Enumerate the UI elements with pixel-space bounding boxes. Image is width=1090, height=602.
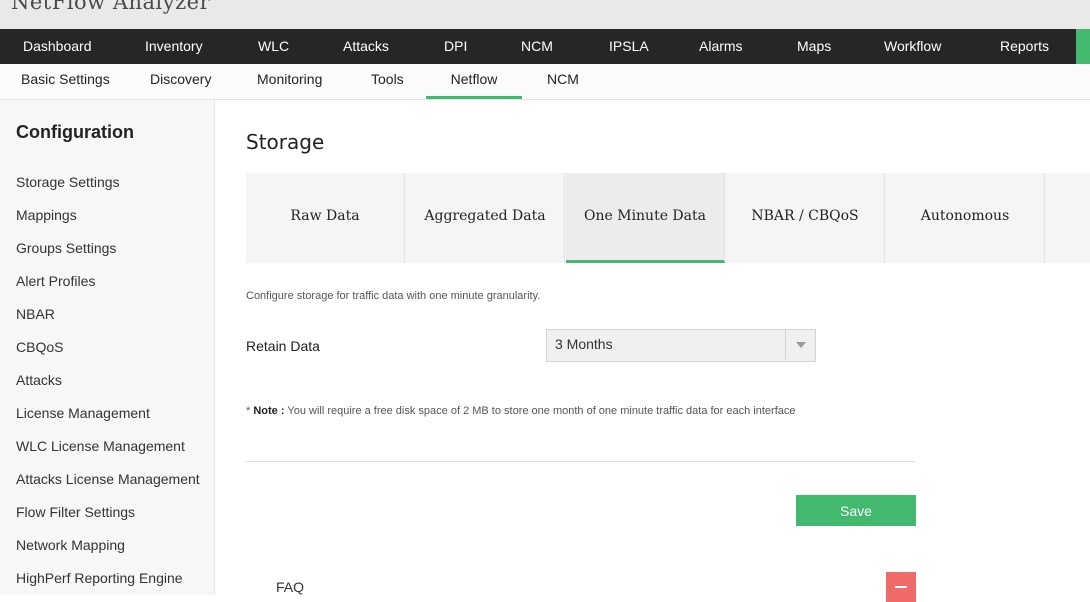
note-label: Note : <box>253 405 285 417</box>
nav-alarms[interactable]: Alarms <box>699 29 743 64</box>
faq-label: FAQ <box>276 579 305 595</box>
sidebar: Configuration Storage Settings Mappings … <box>0 100 215 595</box>
subnav-monitoring[interactable]: Monitoring <box>257 64 322 99</box>
nav-dashboard[interactable]: Dashboard <box>23 29 92 64</box>
nav-ipsla[interactable]: IPSLA <box>609 29 649 64</box>
sidebar-item-wlc-license[interactable]: WLC License Management <box>16 438 185 454</box>
app-title: NetFlow Analyzer <box>11 0 211 14</box>
dropdown-toggle[interactable] <box>785 330 815 359</box>
sidebar-item-mappings[interactable]: Mappings <box>16 207 77 223</box>
tab-one-minute-data[interactable]: One Minute Data <box>566 173 725 263</box>
sidebar-item-highperf-engine[interactable]: HighPerf Reporting Engine <box>16 570 183 586</box>
nav-inventory[interactable]: Inventory <box>145 29 203 64</box>
nav-dpi[interactable]: DPI <box>444 29 467 64</box>
nav-attacks[interactable]: Attacks <box>343 29 389 64</box>
sidebar-item-nbar[interactable]: NBAR <box>16 306 55 322</box>
retain-data-value: 3 Months <box>555 336 613 352</box>
main-content: Storage Raw Data Aggregated Data One Min… <box>215 100 1090 602</box>
minus-icon <box>895 586 907 588</box>
subnav-netflow[interactable]: Netflow <box>426 64 522 99</box>
nav-workflow[interactable]: Workflow <box>884 29 941 64</box>
faq-collapse-button[interactable] <box>886 572 916 602</box>
divider <box>246 461 915 462</box>
nav-ncm[interactable]: NCM <box>521 29 553 64</box>
sidebar-item-storage-settings[interactable]: Storage Settings <box>16 174 120 190</box>
tab-aggregated-data[interactable]: Aggregated Data <box>406 173 565 263</box>
retain-data-select[interactable]: 3 Months <box>546 329 816 362</box>
nav-reports[interactable]: Reports <box>1000 29 1049 64</box>
main-nav: Dashboard Inventory WLC Attacks DPI NCM … <box>0 29 1090 64</box>
sidebar-heading: Configuration <box>16 122 134 142</box>
page-title: Storage <box>246 130 325 154</box>
sidebar-item-attacks-license[interactable]: Attacks License Management <box>16 471 200 487</box>
note-text: You will require a free disk space of 2 … <box>287 405 796 417</box>
storage-description: Configure storage for traffic data with … <box>246 290 541 302</box>
retain-data-label: Retain Data <box>246 338 320 354</box>
app-header: NetFlow Analyzer <box>0 0 1090 29</box>
tab-nbar-cbqos[interactable]: NBAR / CBQoS <box>726 173 885 263</box>
chevron-down-icon <box>796 342 806 348</box>
subnav-ncm[interactable]: NCM <box>547 64 579 99</box>
tab-autonomous[interactable]: Autonomous <box>886 173 1045 263</box>
subnav-discovery[interactable]: Discovery <box>150 64 211 99</box>
sub-nav: Basic Settings Discovery Monitoring Tool… <box>0 64 1090 100</box>
nav-maps[interactable]: Maps <box>797 29 831 64</box>
storage-tabs: Raw Data Aggregated Data One Minute Data… <box>246 173 1090 263</box>
nav-accent-edge <box>1076 29 1090 64</box>
save-button[interactable]: Save <box>796 495 916 526</box>
sidebar-item-attacks[interactable]: Attacks <box>16 372 62 388</box>
subnav-tools[interactable]: Tools <box>371 64 404 99</box>
nav-wlc[interactable]: WLC <box>258 29 289 64</box>
note-marker: * <box>246 405 251 417</box>
sidebar-item-network-mapping[interactable]: Network Mapping <box>16 537 125 553</box>
sidebar-item-groups-settings[interactable]: Groups Settings <box>16 240 116 256</box>
sidebar-item-alert-profiles[interactable]: Alert Profiles <box>16 273 95 289</box>
subnav-basic-settings[interactable]: Basic Settings <box>21 64 110 99</box>
sidebar-item-flow-filter[interactable]: Flow Filter Settings <box>16 504 135 520</box>
storage-note: * Note : You will require a free disk sp… <box>246 405 796 417</box>
tab-raw-data[interactable]: Raw Data <box>246 173 405 263</box>
sidebar-item-cbqos[interactable]: CBQoS <box>16 339 63 355</box>
sidebar-item-license-management[interactable]: License Management <box>16 405 150 421</box>
